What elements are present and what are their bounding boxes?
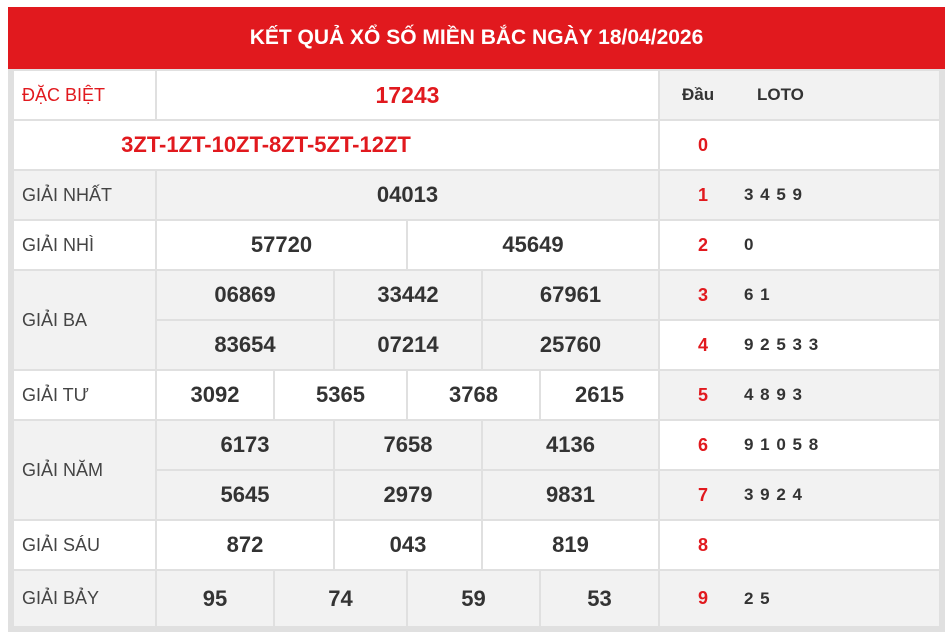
loto-head: 0 xyxy=(698,134,709,155)
third-prize-value: 33442 xyxy=(335,271,481,319)
special-codes: 3ZT-1ZT-10ZT-8ZT-5ZT-12ZT xyxy=(14,121,658,169)
seventh-prize-label: GIẢI BẢY xyxy=(14,571,155,626)
loto-digits: 6 1 xyxy=(744,285,771,304)
loto-head: 2 xyxy=(698,234,709,255)
loto-row: 9 2 5 xyxy=(660,571,939,626)
loto-head: 7 xyxy=(698,484,709,505)
second-prize-value: 45649 xyxy=(408,221,658,269)
seventh-prize-value: 59 xyxy=(408,571,539,626)
fourth-prize-value: 5365 xyxy=(275,371,406,419)
third-prize-label: GIẢI BA xyxy=(14,271,155,369)
loto-head: 5 xyxy=(698,384,709,405)
third-prize-value: 25760 xyxy=(483,321,658,369)
loto-row: 4 9 2 5 3 3 xyxy=(660,321,939,369)
seventh-prize-value: 74 xyxy=(275,571,406,626)
loto-column-label: LOTO xyxy=(757,85,804,104)
loto-head: 3 xyxy=(698,284,709,305)
fourth-prize-label: GIẢI TƯ xyxy=(14,371,155,419)
fourth-prize-value: 2615 xyxy=(541,371,658,419)
loto-head: 4 xyxy=(698,334,709,355)
loto-row: 3 6 1 xyxy=(660,271,939,319)
loto-digits: 9 1 0 5 8 xyxy=(744,435,820,454)
special-prize-value: 17243 xyxy=(157,71,658,119)
fifth-prize-value: 6173 xyxy=(157,421,333,469)
loto-head: 8 xyxy=(698,534,709,555)
loto-digits: 9 2 5 3 3 xyxy=(744,335,820,354)
loto-head: 6 xyxy=(698,434,709,455)
fourth-prize-value: 3092 xyxy=(157,371,273,419)
sixth-prize-value: 872 xyxy=(157,521,333,569)
loto-row: 0 xyxy=(660,121,939,169)
loto-row: 1 3 4 5 9 xyxy=(660,171,939,219)
special-label: ĐẶC BIỆT xyxy=(14,71,155,119)
loto-head-label: Đầu xyxy=(682,85,715,104)
results-table: KẾT QUẢ XỔ SỐ MIỀN BẮC NGÀY 18/04/2026 Đ… xyxy=(8,7,945,632)
loto-row: 8 xyxy=(660,521,939,569)
loto-row: 6 9 1 0 5 8 xyxy=(660,421,939,469)
first-prize-label: GIẢI NHẤT xyxy=(14,171,155,219)
loto-row: 5 4 8 9 3 xyxy=(660,371,939,419)
loto-header: Đầu LOTO xyxy=(660,71,939,119)
second-prize-value: 57720 xyxy=(157,221,406,269)
loto-row: 7 3 9 2 4 xyxy=(660,471,939,519)
seventh-prize-value: 53 xyxy=(541,571,658,626)
fifth-prize-value: 7658 xyxy=(335,421,481,469)
loto-head: 9 xyxy=(698,588,709,608)
fifth-prize-value: 4136 xyxy=(483,421,658,469)
second-prize-label: GIẢI NHÌ xyxy=(14,221,155,269)
fifth-prize-value: 2979 xyxy=(335,471,481,519)
sixth-prize-value: 043 xyxy=(335,521,481,569)
loto-digits: 2 5 xyxy=(744,588,771,608)
sixth-prize-value: 819 xyxy=(483,521,658,569)
loto-digits: 3 4 5 9 xyxy=(744,185,803,204)
third-prize-value: 83654 xyxy=(157,321,333,369)
loto-digits: 4 8 9 3 xyxy=(744,385,803,404)
seventh-prize-value: 95 xyxy=(157,571,273,626)
page-title: KẾT QUẢ XỔ SỐ MIỀN BẮC NGÀY 18/04/2026 xyxy=(8,7,945,69)
loto-digits: 3 9 2 4 xyxy=(744,485,803,504)
loto-head: 1 xyxy=(698,184,709,205)
first-prize-value: 04013 xyxy=(157,171,658,219)
loto-row: 20 xyxy=(660,221,939,269)
third-prize-value: 67961 xyxy=(483,271,658,319)
fourth-prize-value: 3768 xyxy=(408,371,539,419)
sixth-prize-label: GIẢI SÁU xyxy=(14,521,155,569)
fifth-prize-value: 9831 xyxy=(483,471,658,519)
third-prize-value: 06869 xyxy=(157,271,333,319)
fifth-prize-label: GIẢI NĂM xyxy=(14,421,155,519)
fifth-prize-value: 5645 xyxy=(157,471,333,519)
loto-digits: 0 xyxy=(744,235,755,254)
third-prize-value: 07214 xyxy=(335,321,481,369)
